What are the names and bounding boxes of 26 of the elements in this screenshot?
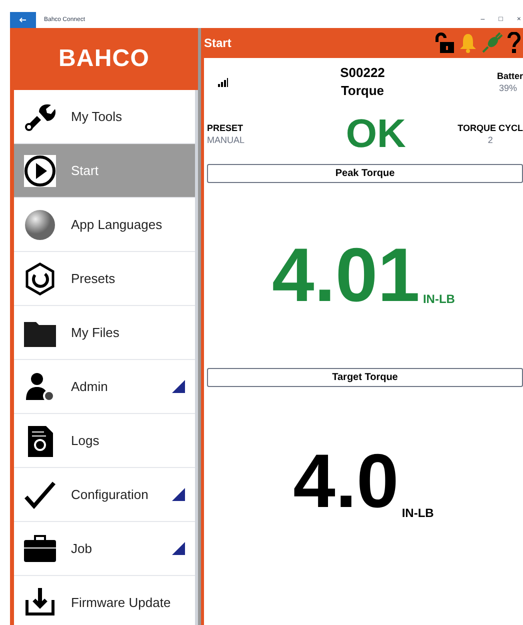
peak-torque-value: 4.01: [272, 238, 420, 314]
battery-label: Batter: [496, 70, 523, 82]
play-icon: [23, 154, 57, 188]
section-header: Target Torque: [207, 368, 523, 387]
back-arrow-icon: [19, 17, 27, 23]
scrollbar[interactable]: [195, 90, 198, 625]
target-torque-value: 4.0: [293, 444, 399, 520]
section-header: Peak Torque: [207, 164, 523, 183]
preset-value: MANUAL: [207, 134, 246, 146]
unlocked-padlock-icon[interactable]: [433, 32, 455, 54]
back-button[interactable]: [10, 12, 36, 28]
globe-icon: [23, 208, 57, 242]
signal-strength-icon: [218, 78, 228, 86]
torque-cycle-label: TORQUE CYCL: [458, 122, 523, 134]
device-mode: Torque: [340, 82, 384, 100]
torque-cycle-value: 2: [488, 134, 493, 146]
help-icon[interactable]: [507, 32, 521, 54]
hex-nut-icon: [23, 262, 57, 296]
preset-label: PRESET: [207, 122, 244, 134]
brand-logo: BAHCO: [58, 44, 150, 74]
target-torque-unit: IN-LB: [402, 505, 434, 522]
battery-value: 39%: [498, 82, 518, 94]
device-serial: S00222: [340, 64, 385, 82]
status-text: OK: [346, 114, 406, 154]
page-title: Start: [204, 35, 232, 52]
peak-torque-unit: IN-LB: [422, 291, 455, 308]
